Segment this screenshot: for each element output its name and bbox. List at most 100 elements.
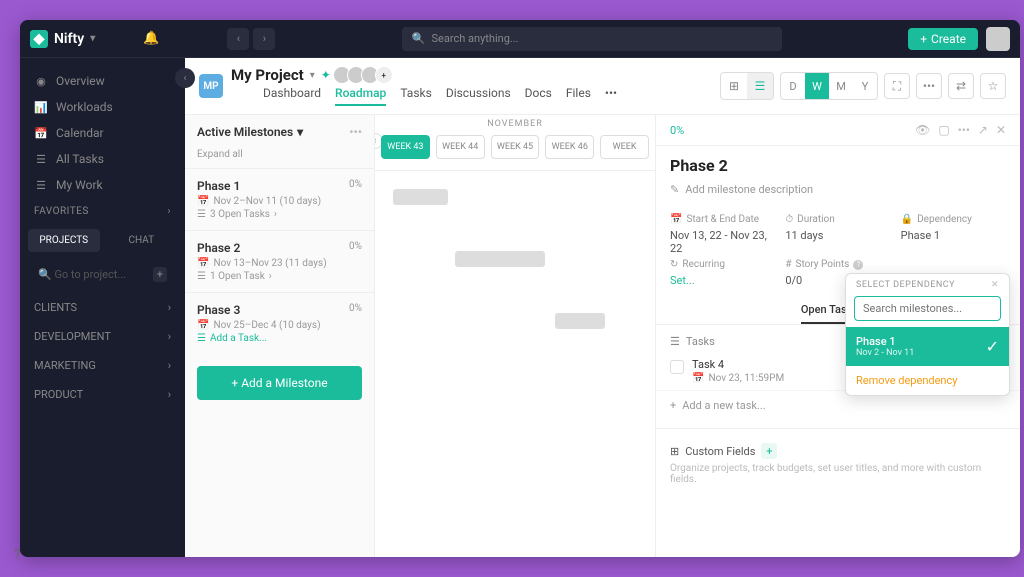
chevron-right-icon: ›: [274, 209, 277, 220]
milestones-header[interactable]: Active Milestones ▾ •••: [185, 115, 374, 149]
chevron-down-icon[interactable]: ▾: [310, 70, 315, 81]
brand-logo[interactable]: ◆ Nifty ▾: [30, 30, 95, 48]
time-year[interactable]: Y: [853, 73, 877, 99]
add-milestone-button[interactable]: + Add a Milestone: [197, 366, 362, 400]
fields-icon: ⊞: [670, 445, 679, 458]
calendar-icon: 📅: [670, 214, 682, 225]
detail-description[interactable]: ✎ Add milestone description: [656, 179, 1020, 208]
archive-icon[interactable]: ▢: [938, 123, 949, 137]
project-search[interactable]: 🔍 Go to project... +: [30, 262, 175, 287]
user-avatar[interactable]: [986, 27, 1010, 51]
star-icon[interactable]: ☆: [980, 73, 1006, 99]
nav-forward[interactable]: ›: [253, 28, 275, 50]
fullscreen-icon[interactable]: ⛶: [884, 73, 910, 99]
time-day[interactable]: D: [781, 73, 805, 99]
week-44[interactable]: WEEK 44: [436, 135, 485, 159]
phase-3[interactable]: Phase 3 📅Nov 25–Dec 4 (10 days) ☰Add a T…: [185, 292, 374, 354]
collapse-sidebar[interactable]: ‹: [175, 68, 195, 88]
search-icon: 🔍: [38, 268, 52, 281]
chevron-right-icon: ›: [167, 206, 171, 217]
favorites-header[interactable]: FAVORITES›: [20, 198, 185, 225]
sidebar-item-overview[interactable]: ◉Overview: [20, 68, 185, 94]
nav-tasks[interactable]: Tasks: [400, 86, 432, 106]
sidebar-item-workloads[interactable]: 📊Workloads: [20, 94, 185, 120]
list-icon: ☰: [197, 333, 206, 344]
duration-icon: ⏱: [785, 214, 793, 225]
remove-dependency[interactable]: Remove dependency: [846, 366, 1009, 395]
dependency-search-input[interactable]: [863, 302, 992, 315]
member-avatars[interactable]: +: [337, 66, 393, 84]
nav-discussions[interactable]: Discussions: [446, 86, 511, 106]
more-icon[interactable]: •••: [916, 73, 942, 99]
gantt-bar-phase1[interactable]: [393, 189, 448, 205]
nav-docs[interactable]: Docs: [525, 86, 552, 106]
category-clients[interactable]: CLIENTS›: [20, 293, 185, 322]
expand-all[interactable]: Expand all: [185, 149, 374, 168]
view-grid[interactable]: ⊞: [721, 73, 747, 99]
search-placeholder: Search anything...: [432, 32, 519, 45]
nav-roadmap[interactable]: Roadmap: [335, 86, 386, 106]
chart-icon: 📊: [34, 100, 48, 114]
calendar-icon: 📅: [197, 258, 209, 269]
list-icon: ☰: [670, 335, 680, 348]
tab-chat[interactable]: CHAT: [106, 229, 178, 252]
bell-icon[interactable]: 🔔: [143, 31, 159, 46]
share-icon[interactable]: ⇄: [948, 73, 974, 99]
brand-name: Nifty: [54, 31, 84, 47]
global-search[interactable]: 🔍 Search anything...: [402, 27, 782, 51]
help-icon[interactable]: ?: [20, 547, 34, 557]
eye-icon[interactable]: 👁: [915, 123, 930, 137]
list-icon: ☰: [197, 209, 206, 220]
phase-1[interactable]: Phase 1 📅Nov 2–Nov 11 (10 days) ☰3 Open …: [185, 168, 374, 230]
sidebar-item-calendar[interactable]: 📅Calendar: [20, 120, 185, 146]
sidebar-item-my-work[interactable]: ☰My Work: [20, 172, 185, 198]
week-45[interactable]: WEEK 45: [491, 135, 540, 159]
nav-more[interactable]: •••: [605, 86, 617, 106]
plus-icon: +: [920, 32, 927, 46]
more-icon[interactable]: •••: [349, 125, 362, 139]
gantt-bar-phase2[interactable]: [455, 251, 545, 267]
dependency-search[interactable]: [854, 296, 1001, 321]
sparkle-icon[interactable]: ✦: [321, 68, 331, 82]
nav-files[interactable]: Files: [566, 86, 591, 106]
check-icon: ✓: [986, 337, 999, 356]
close-icon[interactable]: ✕: [991, 280, 999, 290]
view-list[interactable]: ☰: [747, 73, 773, 99]
hash-icon: #: [785, 259, 791, 270]
add-field-button[interactable]: +: [761, 443, 777, 459]
nav-dashboard[interactable]: Dashboard: [263, 86, 321, 106]
dependency-option-phase1[interactable]: Phase 1 Nov 2 - Nov 11 ✓: [846, 327, 1009, 366]
close-icon[interactable]: ✕: [996, 123, 1006, 137]
popup-title: SELECT DEPENDENCY: [856, 280, 955, 290]
startend-value[interactable]: Nov 13, 22 - Nov 23, 22: [670, 229, 775, 255]
chevron-down-icon: ▾: [297, 125, 303, 139]
calendar-icon: 📅: [197, 320, 209, 331]
chevron-down-icon: ▾: [90, 33, 95, 44]
week-46[interactable]: WEEK 46: [545, 135, 594, 159]
more-icon[interactable]: •••: [958, 123, 970, 137]
gauge-icon: ◉: [34, 74, 48, 88]
edit-icon: ✎: [670, 183, 679, 196]
week-43[interactable]: WEEK 43: [381, 135, 430, 159]
info-icon: ?: [853, 260, 863, 270]
category-product[interactable]: PRODUCT›: [20, 380, 185, 409]
add-project-icon[interactable]: +: [153, 267, 167, 282]
expand-icon[interactable]: ↗: [978, 123, 988, 137]
dependency-popup: SELECT DEPENDENCY ✕ Phase 1 Nov 2 - Nov …: [845, 273, 1010, 396]
category-development[interactable]: DEVELOPMENT›: [20, 322, 185, 351]
chevron-right-icon: ›: [168, 359, 171, 372]
time-week[interactable]: W: [805, 73, 829, 99]
week-47[interactable]: WEEK: [600, 135, 649, 159]
create-button[interactable]: + Create: [908, 28, 978, 50]
phase-2[interactable]: Phase 2 📅Nov 13–Nov 23 (11 days) ☰1 Open…: [185, 230, 374, 292]
gantt-bar-phase3[interactable]: [555, 313, 605, 329]
nav-back[interactable]: ‹: [227, 28, 249, 50]
recurring-value[interactable]: Set...: [670, 274, 775, 287]
project-icon: MP: [199, 74, 223, 98]
sidebar-item-all-tasks[interactable]: ☰All Tasks: [20, 146, 185, 172]
task-checkbox[interactable]: [670, 360, 684, 374]
dependency-value[interactable]: Phase 1: [901, 229, 1006, 255]
tab-projects[interactable]: PROJECTS: [28, 229, 100, 252]
time-month[interactable]: M: [829, 73, 853, 99]
category-marketing[interactable]: MARKETING›: [20, 351, 185, 380]
